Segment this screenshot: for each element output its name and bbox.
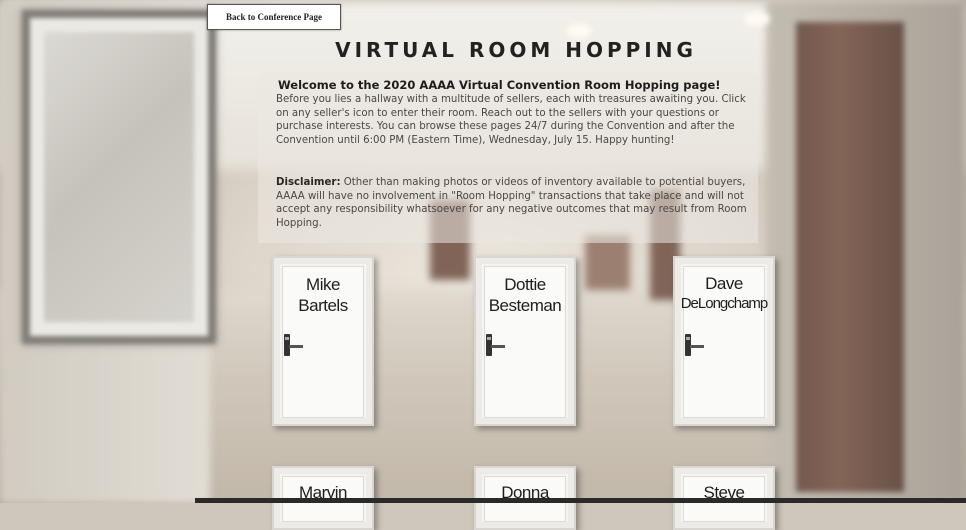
seller-name-line1: Dave — [705, 274, 743, 293]
back-to-conference-button[interactable]: Back to Conference Page — [207, 4, 341, 30]
disclaimer-text: Other than making photos or videos of in… — [276, 177, 747, 229]
seller-name-line1: Mike — [306, 275, 340, 294]
seller-name: Dave DeLongchamp — [677, 274, 771, 314]
seller-name-line2: Besteman — [488, 296, 562, 315]
door-handle-icon — [690, 345, 704, 348]
browser-bottom-bar — [195, 498, 966, 503]
seller-name: Dottie Besteman — [478, 274, 572, 316]
disclaimer-label: Disclaimer: — [276, 177, 341, 188]
seller-name: Mike Bartels — [276, 274, 370, 316]
seller-name-line2: DeLongchamp — [680, 295, 769, 312]
welcome-heading: Welcome to the 2020 AAAA Virtual Convent… — [278, 78, 721, 92]
intro-text: Before you lies a hallway with a multitu… — [276, 94, 746, 146]
door-handle-icon — [289, 345, 303, 348]
seller-door-mike-bartels[interactable]: Mike Bartels — [272, 256, 374, 426]
seller-name-line2: Bartels — [298, 296, 348, 315]
door-handle-icon — [491, 345, 505, 348]
seller-door-dave-delongchamp[interactable]: Dave DeLongchamp — [673, 256, 775, 426]
seller-name-line1: Dottie — [504, 275, 546, 294]
disclaimer: Disclaimer: Other than making photos or … — [276, 176, 754, 230]
page-title: VIRTUAL ROOM HOPPING — [335, 38, 697, 62]
seller-door-dottie-besteman[interactable]: Dottie Besteman — [474, 256, 576, 426]
